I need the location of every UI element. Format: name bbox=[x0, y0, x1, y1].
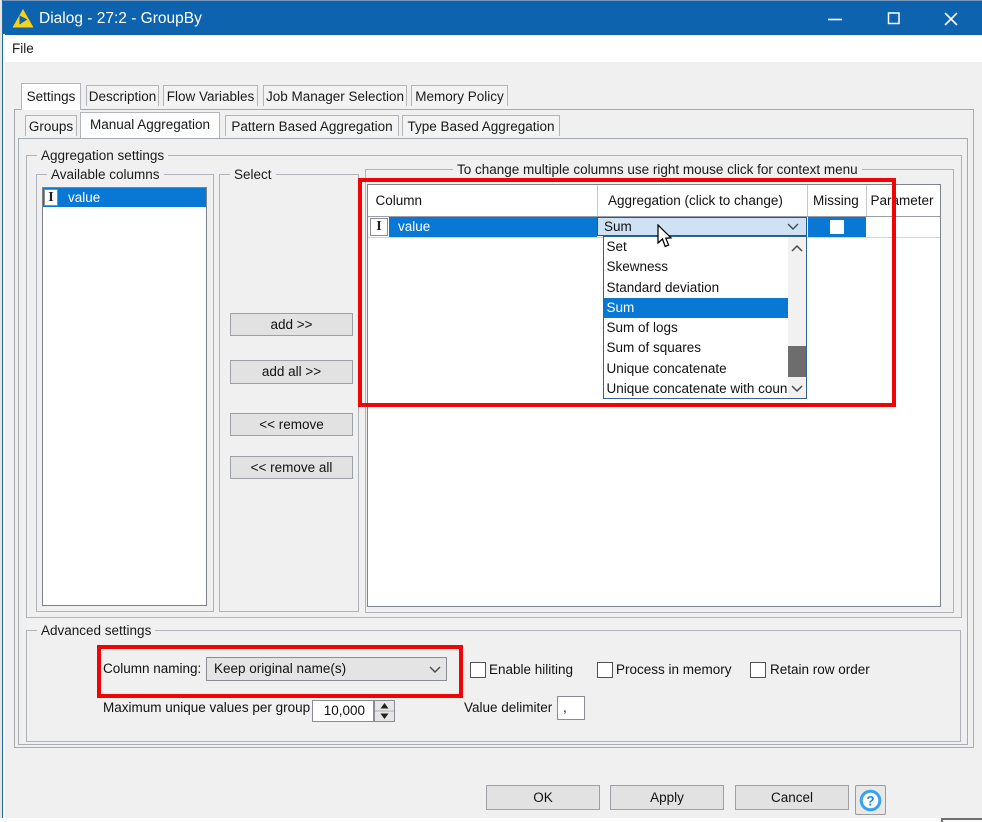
svg-text:?: ? bbox=[866, 794, 874, 809]
